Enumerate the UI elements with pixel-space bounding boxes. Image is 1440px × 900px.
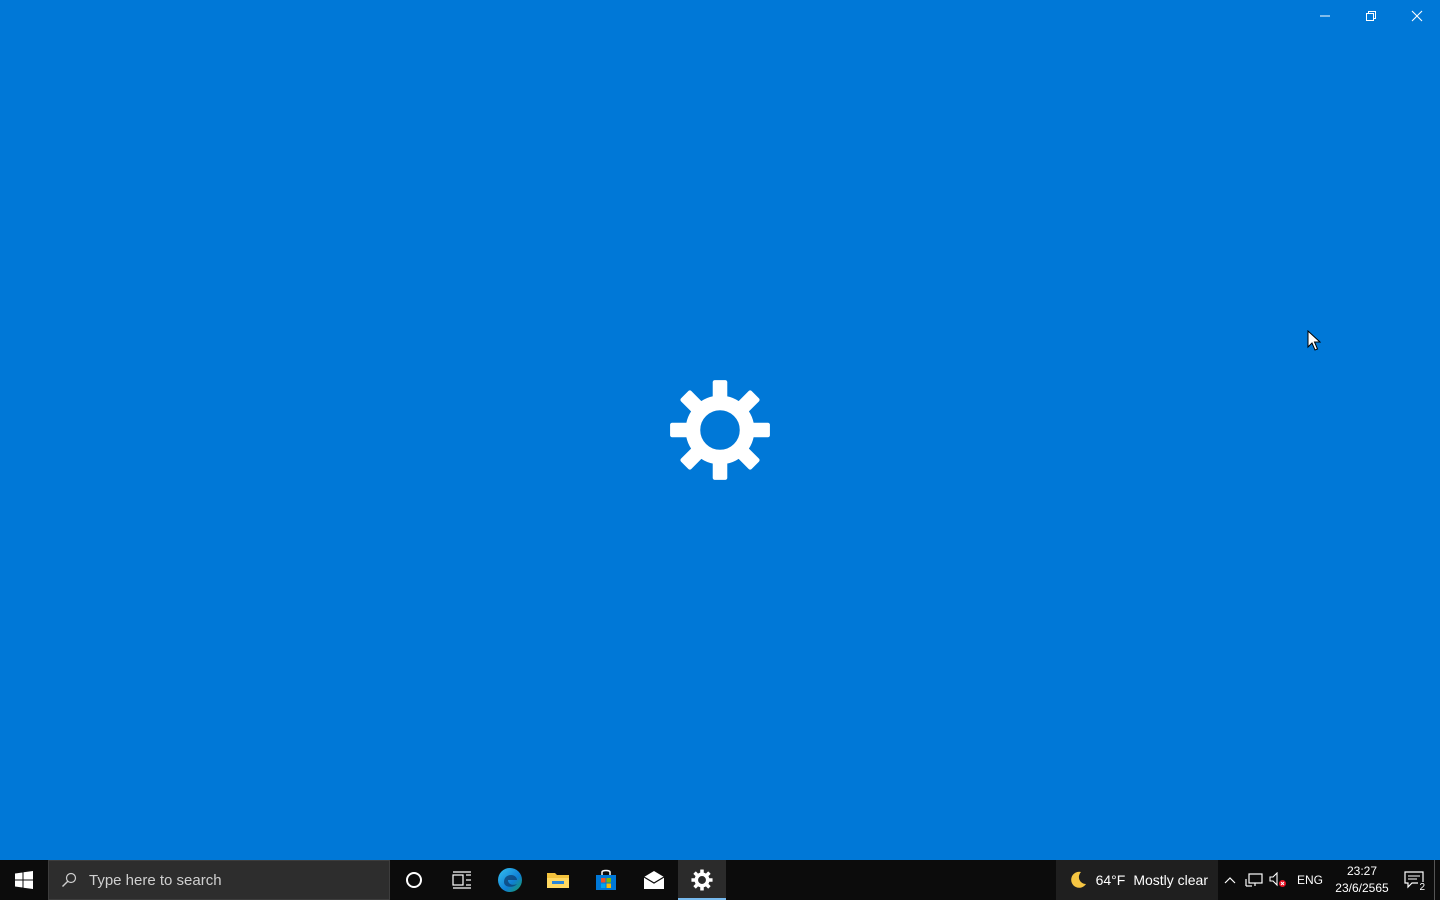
taskbar: Type here to search 64°F Mostly clear EN… (0, 860, 1440, 900)
volume-button[interactable] (1266, 860, 1290, 900)
file-explorer-icon (547, 873, 569, 888)
weather-temperature: 64°F (1095, 872, 1126, 888)
mail-icon (643, 871, 665, 889)
network-icon (1245, 873, 1263, 887)
taskbar-clock[interactable]: 23:27 23/6/2565 (1330, 863, 1394, 897)
volume-muted-icon (1269, 872, 1286, 887)
file-explorer-button[interactable] (534, 860, 582, 900)
task-view-icon (452, 871, 471, 889)
gear-icon (670, 380, 770, 480)
chevron-up-icon (1224, 877, 1236, 884)
close-icon (1411, 10, 1423, 22)
search-icon (49, 872, 89, 888)
close-button[interactable] (1394, 0, 1440, 32)
windows-logo-icon (15, 871, 33, 889)
edge-icon (498, 868, 522, 892)
weather-widget[interactable]: 64°F Mostly clear (1055, 860, 1218, 900)
edge-button[interactable] (486, 860, 534, 900)
settings-icon (691, 869, 713, 891)
show-hidden-icons-button[interactable] (1218, 860, 1242, 900)
start-button[interactable] (0, 860, 48, 900)
window-caption-buttons (1302, 0, 1440, 32)
mail-button[interactable] (630, 860, 678, 900)
search-placeholder: Type here to search (89, 871, 222, 889)
mouse-cursor-icon (1307, 330, 1321, 351)
minimize-icon (1320, 15, 1330, 17)
desktop-screen: Type here to search 64°F Mostly clear EN… (0, 0, 1440, 900)
settings-window (0, 0, 1440, 860)
moon-icon (1070, 871, 1086, 888)
weather-condition: Mostly clear (1133, 872, 1208, 888)
clock-date: 23/6/2565 (1335, 881, 1389, 895)
show-desktop-button[interactable] (1434, 860, 1440, 900)
system-tray: ENG 23:27 23/6/2565 2 (1218, 860, 1440, 900)
taskbar-spacer (726, 860, 1056, 900)
cortana-button[interactable] (390, 860, 438, 900)
notification-count-badge: 2 (1418, 882, 1426, 893)
task-view-button[interactable] (438, 860, 486, 900)
clock-time: 23:27 (1346, 864, 1378, 878)
restore-icon (1366, 11, 1376, 21)
taskbar-search-box[interactable]: Type here to search (48, 860, 390, 900)
settings-taskbar-button[interactable] (678, 860, 726, 900)
microsoft-store-button[interactable] (582, 860, 630, 900)
input-language-indicator[interactable]: ENG (1290, 873, 1330, 887)
restore-button[interactable] (1348, 0, 1394, 32)
action-center-button[interactable]: 2 (1394, 860, 1434, 900)
minimize-button[interactable] (1302, 0, 1348, 32)
microsoft-store-icon (596, 869, 616, 890)
cortana-icon (406, 872, 422, 888)
network-button[interactable] (1242, 860, 1266, 900)
